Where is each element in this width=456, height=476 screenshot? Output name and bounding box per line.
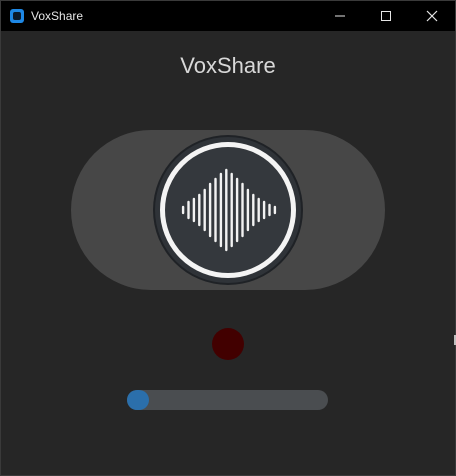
volume-slider-thumb[interactable] <box>127 390 149 410</box>
close-button[interactable] <box>409 1 455 31</box>
title-bar: VoxShare <box>1 1 455 31</box>
app-window: VoxShare VoxShare <box>0 0 456 476</box>
close-icon <box>426 10 438 22</box>
record-indicator <box>212 328 244 360</box>
maximize-button[interactable] <box>363 1 409 31</box>
minimize-icon <box>335 15 345 17</box>
app-square-icon <box>10 9 24 23</box>
app-title: VoxShare <box>180 53 276 78</box>
minimize-button[interactable] <box>317 1 363 31</box>
sound-wave-icon <box>181 168 277 252</box>
voice-toggle-knob[interactable] <box>155 137 301 283</box>
volume-slider[interactable] <box>127 390 328 410</box>
maximize-icon <box>381 11 391 21</box>
window-title: VoxShare <box>31 9 84 23</box>
knob-ring <box>160 142 296 278</box>
